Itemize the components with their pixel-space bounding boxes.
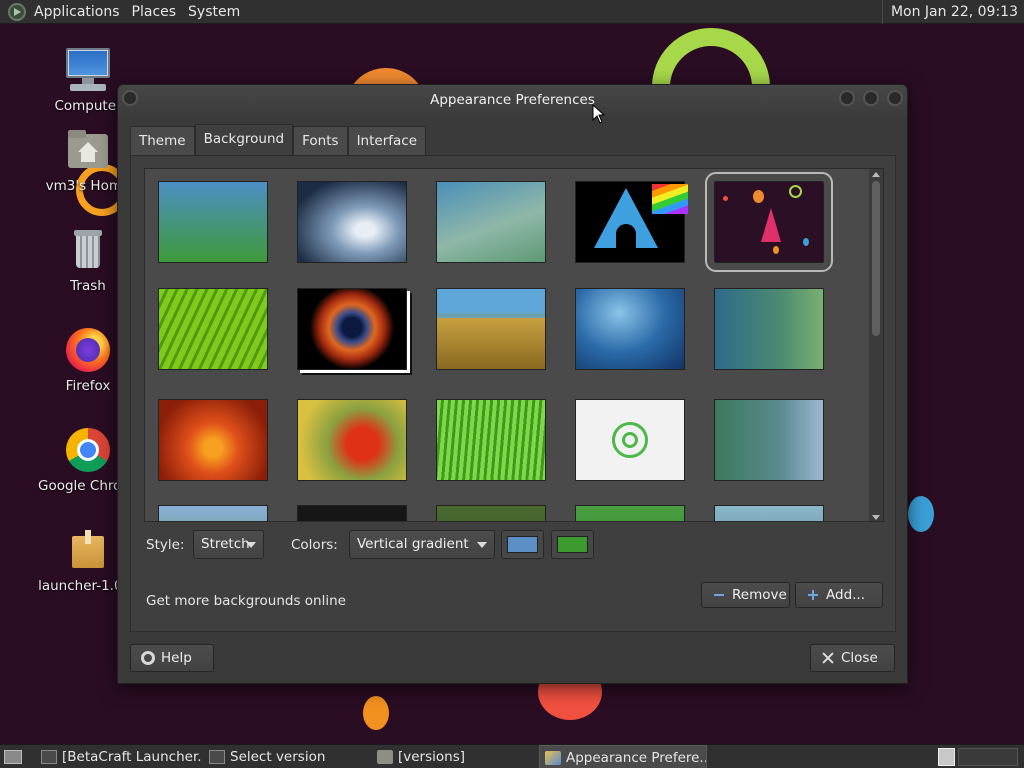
menu-system[interactable]: System	[188, 4, 240, 20]
trash-icon	[64, 226, 112, 274]
plus-icon	[806, 588, 820, 602]
wallpaper-thumb[interactable]	[297, 288, 407, 370]
bottom-taskbar: [BetaCraft Launcher... Select version [v…	[0, 744, 1024, 768]
get-more-backgrounds-link[interactable]: Get more backgrounds online	[146, 593, 346, 609]
window-menu-icon[interactable]	[122, 90, 138, 106]
add-button[interactable]: Add...	[795, 582, 883, 608]
workspace-switcher[interactable]	[938, 748, 955, 766]
wallpaper-thumb[interactable]	[714, 505, 824, 521]
wallpaper-thumb[interactable]	[436, 288, 546, 370]
wallpaper-thumb[interactable]	[158, 181, 268, 263]
style-dropdown-value: Stretch	[201, 536, 250, 552]
wallpaper-thumb[interactable]	[436, 399, 546, 481]
top-panel: Applications Places System Mon Jan 22, 0…	[0, 0, 1024, 24]
chevron-down-icon	[477, 542, 487, 548]
chrome-icon	[64, 426, 112, 474]
wallpaper-thumb[interactable]	[297, 399, 407, 481]
wallpaper-thumb[interactable]	[575, 399, 685, 481]
wallpaper-thumb-selected[interactable]	[705, 172, 833, 272]
firefox-icon	[64, 326, 112, 374]
taskbar-item[interactable]: Select version	[204, 745, 369, 768]
gallery-scrollbar[interactable]	[869, 169, 883, 521]
wallpaper-thumb[interactable]	[436, 505, 546, 521]
mouse-cursor-icon	[592, 104, 606, 124]
decor-blue-dot	[908, 496, 934, 532]
wallpaper-thumb[interactable]	[297, 181, 407, 263]
close-icon	[821, 651, 835, 665]
colors-label: Colors:	[291, 537, 338, 553]
appearance-icon	[545, 751, 561, 765]
computer-icon	[64, 46, 112, 94]
tab-theme[interactable]: Theme	[130, 126, 195, 156]
menu-applications[interactable]: Applications	[34, 4, 120, 20]
window-titlebar[interactable]: Appearance Preferences	[118, 85, 907, 118]
wallpaper-thumb[interactable]	[158, 399, 268, 481]
menu-places[interactable]: Places	[132, 4, 177, 20]
applications-logo-icon[interactable]	[8, 2, 26, 21]
background-tab-pane: Style: Stretch Colors: Vertical gradient…	[130, 155, 896, 632]
style-dropdown[interactable]: Stretch	[193, 530, 264, 559]
scroll-down-icon[interactable]	[872, 515, 880, 520]
wallpaper-thumb[interactable]	[575, 181, 688, 263]
minimize-icon[interactable]	[839, 90, 855, 106]
tab-interface[interactable]: Interface	[347, 126, 427, 156]
taskbar-item-label: [versions]	[398, 749, 466, 765]
scroll-up-icon[interactable]	[872, 172, 880, 177]
wallpaper-thumb[interactable]	[575, 288, 685, 370]
taskbar-item[interactable]: [versions]	[372, 745, 537, 768]
colors-dropdown-value: Vertical gradient	[357, 536, 469, 552]
remove-button-label: Remove	[732, 587, 787, 603]
package-icon	[64, 526, 112, 574]
scrollbar-thumb[interactable]	[872, 181, 880, 336]
secondary-color-swatch	[557, 536, 588, 553]
wallpaper-thumb[interactable]	[714, 288, 824, 370]
window-title: Appearance Preferences	[430, 92, 595, 108]
close-button-label: Close	[841, 650, 878, 666]
chevron-down-icon	[246, 542, 256, 548]
terminal-icon	[209, 750, 225, 764]
window-content: Theme Background Fonts Interface Style: …	[130, 124, 896, 632]
style-label: Style:	[146, 537, 185, 553]
add-button-label: Add...	[826, 587, 866, 603]
wallpaper-thumb[interactable]	[575, 505, 685, 521]
terminal-icon	[41, 750, 57, 764]
taskbar-item-label: [BetaCraft Launcher...	[62, 749, 201, 765]
taskbar-item-label: Appearance Prefere...	[566, 750, 707, 766]
home-folder-icon	[64, 126, 112, 174]
help-button[interactable]: Help	[130, 644, 214, 672]
close-window-icon[interactable]	[887, 90, 903, 106]
secondary-color-button[interactable]	[551, 530, 594, 559]
wallpaper-thumb[interactable]	[297, 505, 407, 521]
colors-dropdown[interactable]: Vertical gradient	[349, 530, 495, 559]
tab-background[interactable]: Background	[194, 124, 294, 156]
appearance-preferences-window: Appearance Preferences Theme Background …	[117, 84, 908, 684]
tab-fonts[interactable]: Fonts	[293, 126, 348, 156]
close-button[interactable]: Close	[810, 644, 895, 672]
decor-orange-dot	[363, 696, 389, 730]
primary-color-swatch	[507, 536, 538, 553]
taskbar-item[interactable]: [BetaCraft Launcher...	[36, 745, 201, 768]
help-icon	[141, 651, 155, 665]
wallpaper-thumb[interactable]	[158, 505, 268, 521]
show-desktop-icon[interactable]	[4, 750, 22, 764]
remove-button[interactable]: Remove	[701, 582, 790, 608]
taskbar-item-label: Select version	[230, 749, 326, 765]
wallpaper-gallery[interactable]	[144, 168, 884, 522]
workspace-switcher-inactive[interactable]	[958, 748, 1018, 766]
primary-color-button[interactable]	[501, 530, 544, 559]
wallpaper-thumb[interactable]	[436, 181, 546, 263]
tab-bar: Theme Background Fonts Interface	[130, 124, 427, 156]
maximize-icon[interactable]	[863, 90, 879, 106]
clock[interactable]: Mon Jan 22, 09:13	[881, 0, 1024, 24]
minus-icon	[712, 588, 726, 602]
wallpaper-thumb[interactable]	[158, 288, 268, 370]
help-button-label: Help	[161, 650, 192, 666]
taskbar-item-active[interactable]: Appearance Prefere...	[539, 745, 707, 768]
wallpaper-thumb[interactable]	[714, 399, 824, 481]
folder-icon	[377, 750, 393, 764]
